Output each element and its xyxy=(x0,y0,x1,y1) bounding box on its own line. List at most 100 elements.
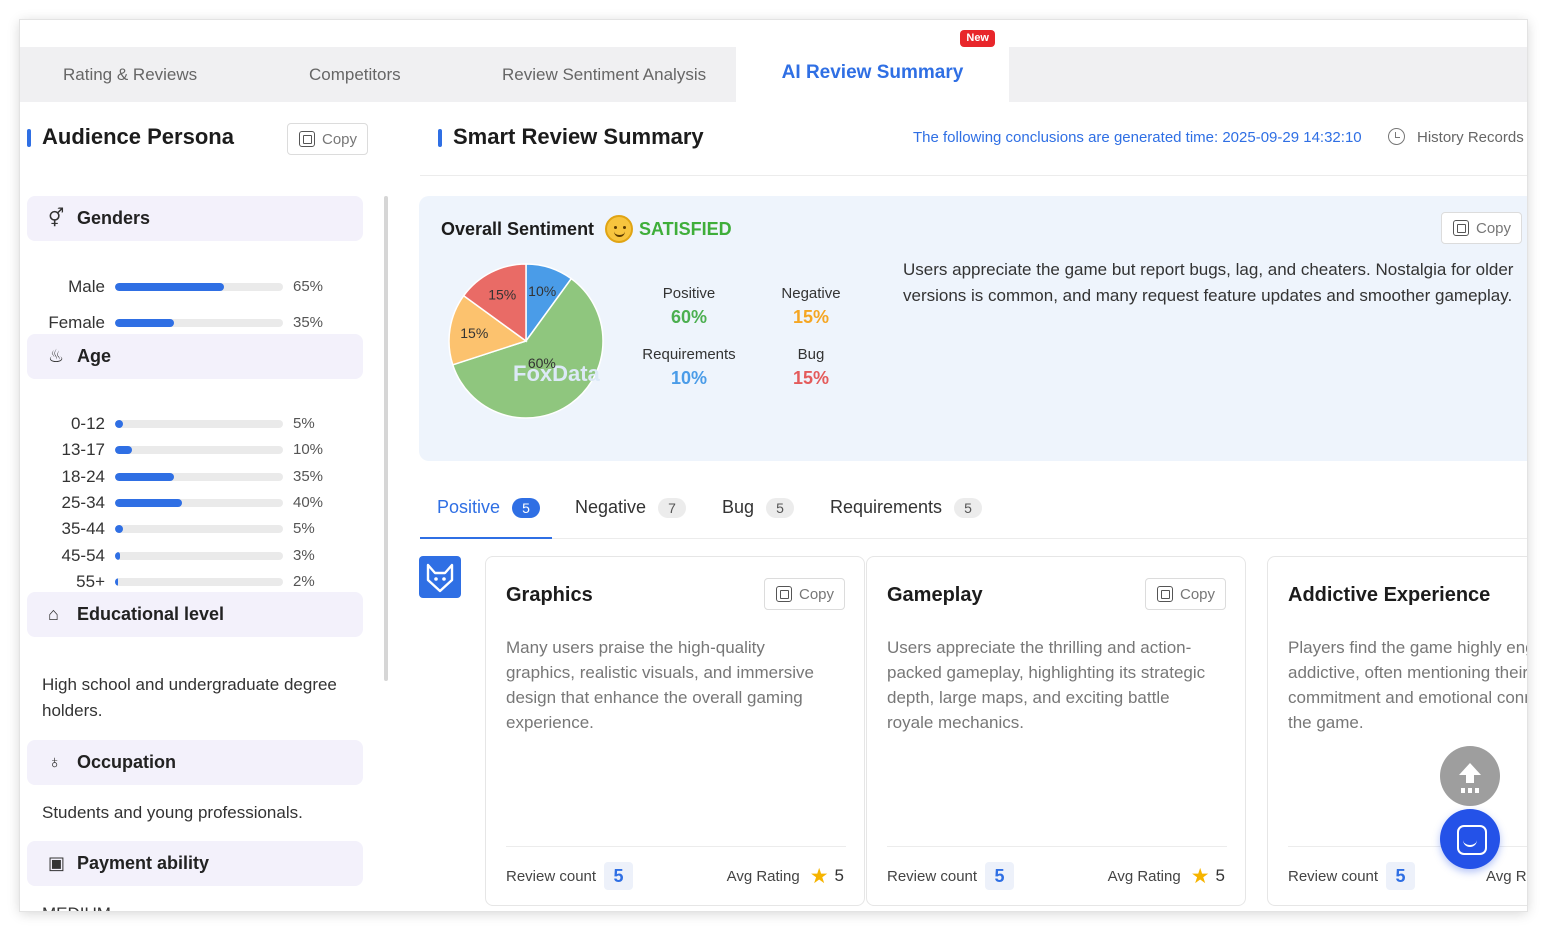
age-percent: 40% xyxy=(293,493,324,511)
chat-support-button[interactable] xyxy=(1440,809,1500,869)
new-badge: New xyxy=(960,30,995,47)
age-label: 18-24 xyxy=(61,466,105,486)
wallet-icon: ▣ xyxy=(48,853,66,873)
review-count: Review count 5 xyxy=(1288,862,1416,890)
gender-bar-fill xyxy=(115,283,225,291)
stat-label: Requirements xyxy=(642,346,736,363)
pie-slice-label: 15% xyxy=(488,286,516,302)
gender-bar-track xyxy=(115,283,283,291)
pie-slice-label: 60% xyxy=(528,355,556,371)
age-label: 13-17 xyxy=(61,440,105,460)
subtab-label: Positive xyxy=(437,497,501,517)
review-count-value: 5 xyxy=(985,862,1015,890)
card-title: Addictive Experience xyxy=(1288,584,1491,606)
star-icon: ★ xyxy=(1190,864,1210,888)
age-bar-track xyxy=(115,420,283,428)
subtab-count: 5 xyxy=(512,498,541,518)
card-title: Gameplay xyxy=(887,584,983,606)
age-label: 35-44 xyxy=(61,519,105,539)
avg-rating-label: Avg Rating xyxy=(726,867,800,885)
subtab-count: 5 xyxy=(954,498,983,518)
gender-row: Female 35% xyxy=(20,313,360,333)
category-tab-bar: Positive 5 Negative 7 Bug 5 Requirements… xyxy=(420,497,1527,539)
age-bar-fill xyxy=(115,551,121,560)
age-bar-track xyxy=(115,551,283,560)
tab-rating-reviews[interactable]: Rating & Reviews xyxy=(63,47,197,102)
age-row: 35-44 5% xyxy=(20,519,360,539)
age-label: 0-12 xyxy=(70,414,105,433)
overall-sentiment-label: Overall Sentiment xyxy=(441,219,595,239)
age-bar-track xyxy=(115,498,283,507)
avg-rating-label: Avg Rating xyxy=(1107,867,1181,885)
persona-copy-button[interactable]: Copy xyxy=(287,123,369,155)
copy-icon xyxy=(1453,220,1469,236)
cake-icon: ♨ xyxy=(48,346,65,366)
foxdata-logo-icon xyxy=(419,556,461,598)
card-description: Many users praise the high-quality graph… xyxy=(506,638,814,732)
stat-label: Positive xyxy=(662,285,716,302)
card-copy-button[interactable]: Copy xyxy=(1145,578,1227,610)
subtab-label: Negative xyxy=(575,497,647,517)
star-icon: ★ xyxy=(809,864,829,888)
occupation-header: ♁ Occupation xyxy=(27,740,363,785)
copy-icon xyxy=(1157,586,1173,602)
gender-label: Female xyxy=(48,313,105,332)
education-text: High school and undergraduate degree hol… xyxy=(42,675,337,720)
tie-icon: ♁ xyxy=(48,752,62,772)
age-bar-fill xyxy=(115,472,174,481)
stat-requirements: Requirements 10% xyxy=(619,346,759,389)
subtab-requirements[interactable]: Requirements 5 xyxy=(830,497,983,539)
avg-rating: Avg Rating ★ 5 xyxy=(727,862,844,890)
divider xyxy=(420,175,1527,176)
subtab-bug[interactable]: Bug 5 xyxy=(722,497,795,539)
age-percent: 3% xyxy=(293,546,315,564)
history-records-link[interactable]: History Records xyxy=(1417,129,1524,146)
age-percent: 5% xyxy=(293,415,315,432)
tab-competitors[interactable]: Competitors xyxy=(309,47,401,102)
age-bar-track xyxy=(115,472,283,481)
history-icon[interactable] xyxy=(1388,128,1405,145)
subtab-positive[interactable]: Positive 5 xyxy=(420,497,553,539)
stat-label: Bug xyxy=(797,346,825,363)
tab-review-sentiment-analysis[interactable]: Review Sentiment Analysis xyxy=(502,47,706,102)
subtab-label: Bug xyxy=(722,497,755,517)
age-label: 25-34 xyxy=(61,492,105,512)
payment-text: MEDIUM xyxy=(42,901,111,911)
stat-bug: Bug 15% xyxy=(741,346,881,389)
review-count-label: Review count xyxy=(1288,867,1379,885)
card-title: Graphics xyxy=(506,584,593,606)
age-bar-fill xyxy=(115,525,124,534)
sentiment-copy-button[interactable]: Copy xyxy=(1441,212,1523,244)
card-copy-button[interactable]: Copy xyxy=(764,578,846,610)
sentiment-summary-text: Users appreciate the game but report bug… xyxy=(903,260,1514,305)
age-bar-track xyxy=(115,525,283,534)
age-label: 55+ xyxy=(76,571,105,591)
genders-header: ⚥ Genders xyxy=(27,196,363,241)
summary-card-graphics: Graphics Copy Many users praise the high… xyxy=(485,556,865,906)
tab-ai-review-summary[interactable]: AI Review Summary New xyxy=(736,30,1009,102)
age-bar-track xyxy=(115,577,283,586)
app-window: Rating & Reviews Competitors Review Sent… xyxy=(20,20,1527,911)
gender-percent: 35% xyxy=(293,314,324,331)
scroll-to-top-button[interactable] xyxy=(1440,746,1500,806)
card-description: Players find the game highly engaging an… xyxy=(1288,638,1527,732)
education-header: ⌂ Educational level xyxy=(27,592,363,637)
smiley-icon xyxy=(605,215,633,243)
age-header: ♨ Age xyxy=(27,334,363,379)
review-count-value: 5 xyxy=(604,862,634,890)
card-description: Users appreciate the thrilling and actio… xyxy=(887,638,1206,732)
age-bar-fill xyxy=(115,498,183,507)
persona-scrollbar[interactable] xyxy=(384,196,388,681)
education-title: Educational level xyxy=(77,604,225,624)
age-row: 55+ 2% xyxy=(20,572,360,592)
pie-slice-label: 15% xyxy=(460,325,488,341)
copy-icon xyxy=(299,131,315,147)
avg-rating-label: Avg Rating xyxy=(1486,867,1527,885)
avg-rating-value: 5 xyxy=(1215,866,1225,885)
avg-rating: Avg Rating ★ 5 xyxy=(1486,862,1527,890)
subtab-negative[interactable]: Negative 7 xyxy=(575,497,687,539)
stat-negative: Negative 15% xyxy=(741,285,881,328)
age-percent: 35% xyxy=(293,467,324,485)
avg-rating-value: 5 xyxy=(834,866,844,885)
genders-title: Genders xyxy=(77,208,151,228)
